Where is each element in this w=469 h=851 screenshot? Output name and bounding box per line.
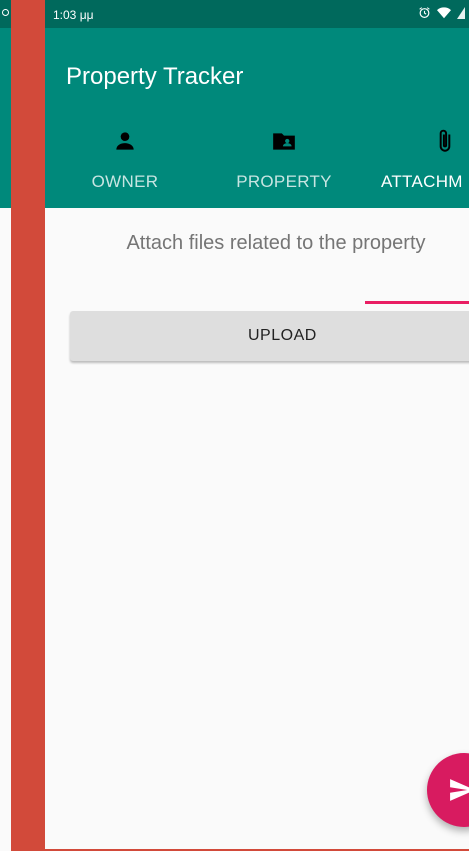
tab-owner[interactable]: OWNER xyxy=(45,124,205,208)
tab-bar: OWNER PROPERTY ATTACHM xyxy=(45,124,469,304)
signal-icon xyxy=(457,6,465,24)
tab-property[interactable]: PROPERTY xyxy=(204,124,364,208)
paperclip-icon xyxy=(432,128,458,154)
send-fab[interactable] xyxy=(427,753,469,827)
upload-button[interactable]: UPLOAD xyxy=(70,311,469,361)
wifi-icon xyxy=(437,6,451,24)
status-circle-icon xyxy=(2,9,9,16)
tab-owner-label: OWNER xyxy=(91,172,159,191)
previous-screen-body xyxy=(0,208,11,851)
previous-screen-status-bar xyxy=(0,0,11,28)
tab-attachments[interactable]: ATTACHM xyxy=(365,124,469,208)
status-time: 1:03 μμ xyxy=(53,8,94,22)
tab-indicator xyxy=(365,301,469,304)
device-screen: 1:03 μμ Property Tracker OWNER PROPERTY … xyxy=(45,0,469,849)
folder-shared-icon xyxy=(271,128,297,154)
status-bar: 1:03 μμ xyxy=(45,0,469,28)
tab-property-label: PROPERTY xyxy=(236,172,332,191)
tab-attachments-label: ATTACHM xyxy=(381,172,463,191)
app-title: Property Tracker xyxy=(66,63,244,90)
send-icon xyxy=(449,779,469,801)
app-bar: Property Tracker OWNER PROPERTY ATTACHM xyxy=(45,28,469,304)
alarm-icon xyxy=(418,6,431,24)
previous-screen-appbar xyxy=(0,0,11,208)
attachments-description: Attach files related to the property xyxy=(126,232,426,254)
person-icon xyxy=(112,128,138,154)
status-icons xyxy=(418,6,465,24)
